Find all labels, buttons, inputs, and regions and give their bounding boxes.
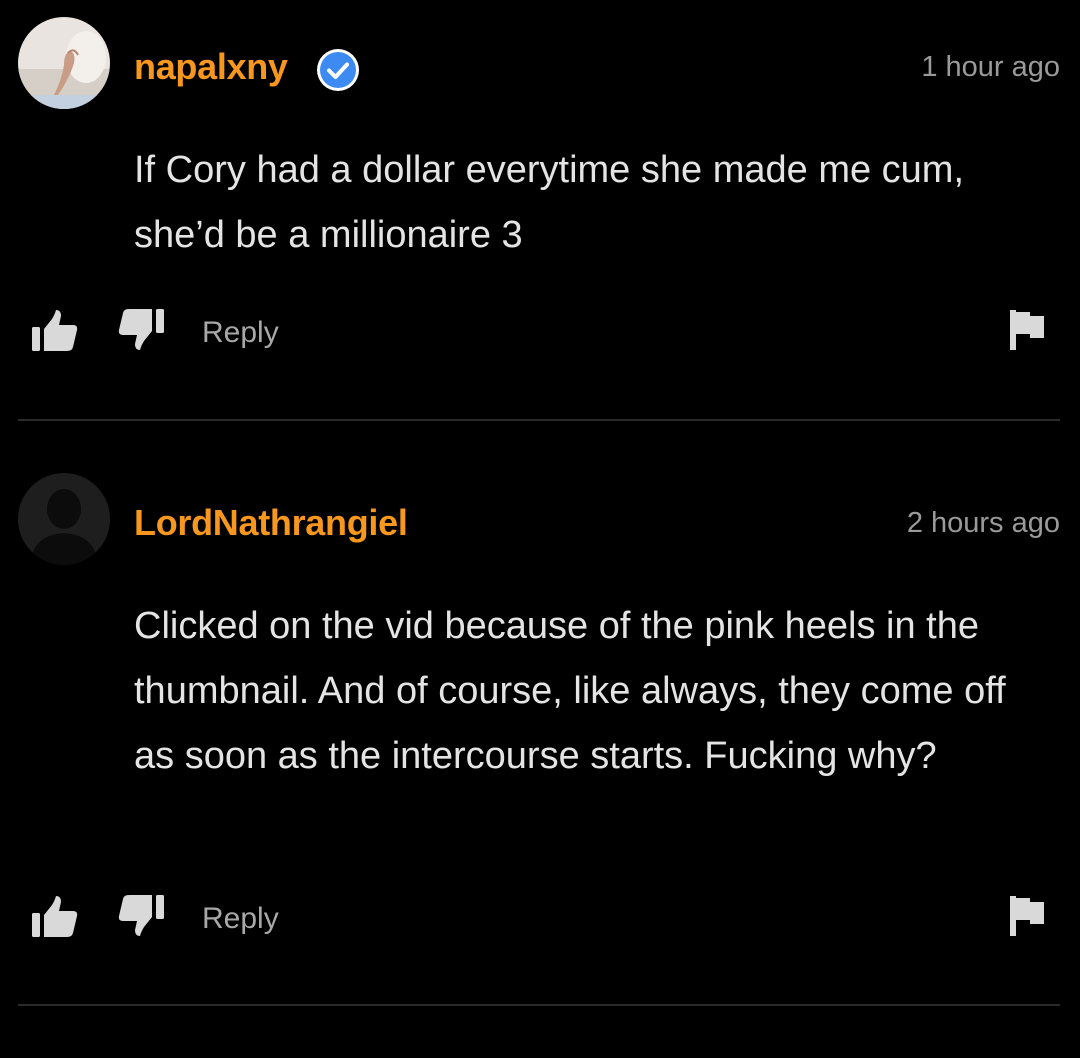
comment-item: napalxny 1 hour ago If Cory had a dollar… — [0, 0, 1080, 420]
timestamp: 2 hours ago — [906, 507, 1060, 539]
thumbs-up-icon[interactable] — [32, 310, 78, 352]
flag-icon[interactable] — [1010, 896, 1046, 936]
comment-item: LordNathrangiel 2 hours ago Clicked on t… — [0, 440, 1080, 1000]
divider — [18, 1004, 1060, 1006]
verified-icon — [317, 49, 359, 91]
divider — [18, 419, 1060, 421]
thumbs-down-icon[interactable] — [118, 894, 164, 936]
comment-actions: Reply — [0, 308, 1080, 358]
username[interactable]: LordNathrangiel — [134, 502, 408, 544]
thumbs-down-icon[interactable] — [118, 308, 164, 350]
avatar[interactable] — [18, 473, 110, 565]
comment-text: Clicked on the vid because of the pink h… — [134, 605, 1006, 777]
reply-button[interactable]: Reply — [202, 902, 279, 936]
timestamp: 1 hour ago — [921, 51, 1060, 83]
flag-icon[interactable] — [1010, 310, 1046, 350]
reply-button[interactable]: Reply — [202, 316, 279, 350]
thumbs-up-icon[interactable] — [32, 896, 78, 938]
avatar[interactable] — [18, 17, 110, 109]
username[interactable]: napalxny — [134, 46, 288, 88]
comment-actions: Reply — [0, 894, 1080, 944]
comment-text: If Cory had a dollar everytime she made … — [134, 149, 965, 256]
